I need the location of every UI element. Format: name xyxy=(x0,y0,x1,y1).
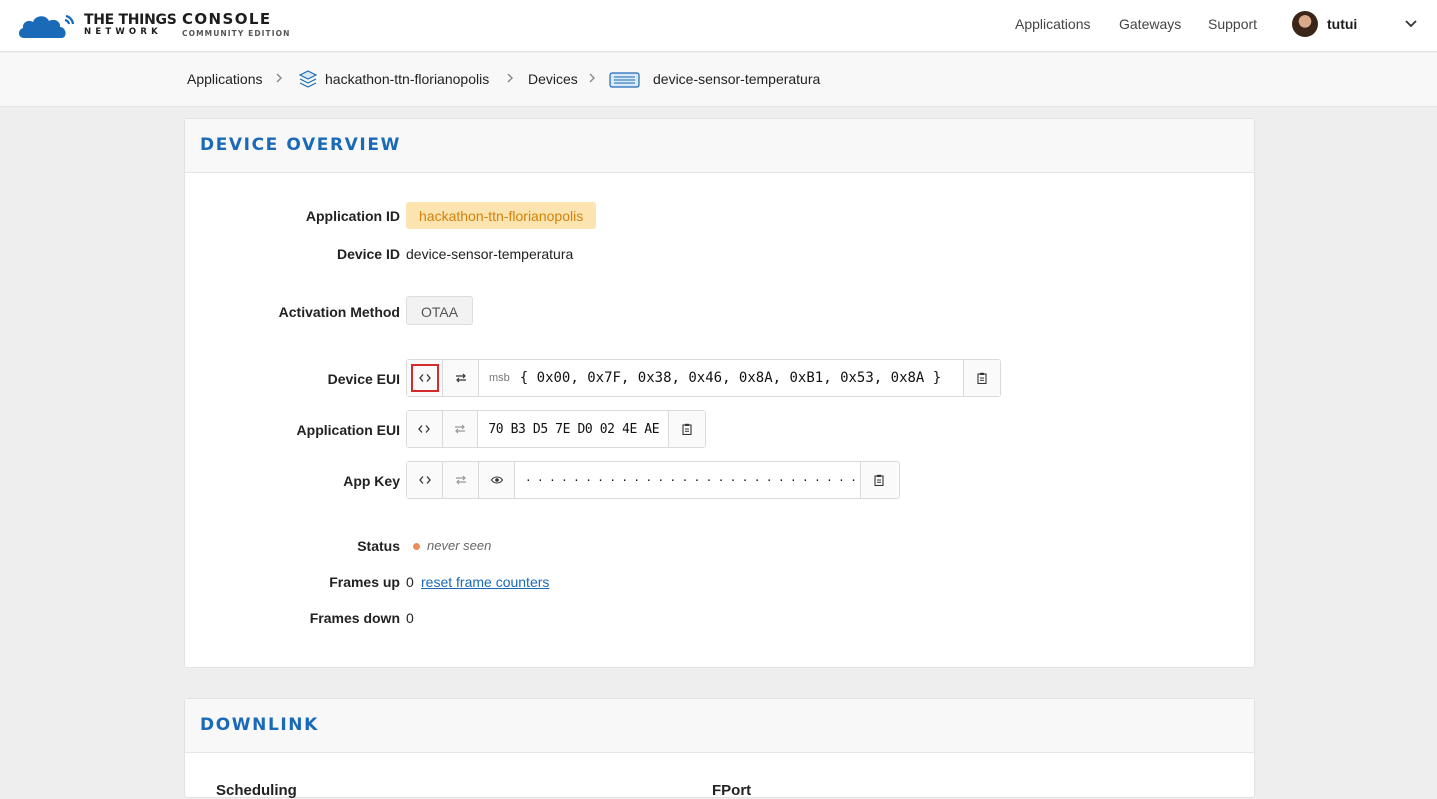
breadcrumb: Applications hackathon-ttn-florianopolis… xyxy=(0,53,1437,107)
device-eui-value[interactable]: msb { 0x00, 0x7F, 0x38, 0x46, 0x8A, 0xB1… xyxy=(479,360,963,396)
application-eui-label: Application EUI xyxy=(296,422,400,438)
swap-icon xyxy=(455,424,465,434)
application-eui-field: 70 B3 D5 7E D0 02 4E AE xyxy=(406,410,706,448)
chevron-right-icon xyxy=(589,73,595,83)
copy-device-eui-button[interactable] xyxy=(963,360,1000,396)
device-eui-label: Device EUI xyxy=(327,371,400,387)
activation-method-label: Activation Method xyxy=(278,304,400,320)
device-icon xyxy=(609,72,640,88)
application-id-label: Application ID xyxy=(305,208,400,224)
application-id-badge[interactable]: hackathon-ttn-florianopolis xyxy=(406,202,597,229)
username: tutui xyxy=(1327,16,1358,32)
brand-name-line1: THE THINGS xyxy=(84,12,177,29)
chevron-right-icon xyxy=(276,73,282,83)
swap-byte-order-button[interactable] xyxy=(443,462,479,498)
breadcrumb-applications[interactable]: Applications xyxy=(187,71,263,87)
clipboard-icon xyxy=(874,474,884,486)
swap-icon xyxy=(455,373,466,383)
device-id-label: Device ID xyxy=(336,246,400,262)
nav-applications[interactable]: Applications xyxy=(1015,16,1091,32)
chevron-down-icon[interactable] xyxy=(1404,17,1418,31)
breadcrumb-device-id: device-sensor-temperatura xyxy=(653,71,821,87)
device-eui-text: { 0x00, 0x7F, 0x38, 0x46, 0x8A, 0xB1, 0x… xyxy=(519,370,942,386)
byte-order-label: msb xyxy=(489,372,510,384)
fport-label: FPort xyxy=(712,782,752,799)
toggle-format-button[interactable] xyxy=(407,462,443,498)
nav-support[interactable]: Support xyxy=(1208,16,1257,32)
status-value: never seen xyxy=(427,538,492,553)
eye-icon xyxy=(490,476,503,484)
toggle-format-button[interactable] xyxy=(407,360,443,396)
status-label: Status xyxy=(357,538,400,554)
console-title: CONSOLE COMMUNITY EDITION xyxy=(182,12,291,38)
copy-app-key-button[interactable] xyxy=(860,462,897,498)
breadcrumb-devices[interactable]: Devices xyxy=(528,71,578,87)
app-key-value[interactable]: · · · · · · · · · · · · · · · · · · · · … xyxy=(515,462,860,498)
code-brackets-icon xyxy=(418,374,431,382)
application-eui-value[interactable]: 70 B3 D5 7E D0 02 4E AE xyxy=(478,411,668,447)
breadcrumb-app-id[interactable]: hackathon-ttn-florianopolis xyxy=(325,71,489,87)
frames-up-value: 0 xyxy=(406,574,414,590)
brand-name-line2: NETWORK xyxy=(84,27,162,38)
app-key-label: App Key xyxy=(343,473,400,489)
reset-frame-counters-link[interactable]: reset frame counters xyxy=(421,574,549,590)
nav-gateways[interactable]: Gateways xyxy=(1119,16,1181,32)
swap-byte-order-button[interactable] xyxy=(443,360,479,396)
frames-down-value: 0 xyxy=(406,610,414,626)
status-indicator xyxy=(413,543,420,550)
clipboard-icon xyxy=(977,372,987,384)
reveal-key-button[interactable] xyxy=(479,462,515,498)
downlink-title: DOWNLINK xyxy=(200,715,319,735)
swap-icon xyxy=(455,475,466,485)
app-key-field: · · · · · · · · · · · · · · · · · · · · … xyxy=(406,461,900,499)
toggle-format-button[interactable] xyxy=(407,411,443,447)
cloud-logo-icon xyxy=(18,14,75,38)
brand-name: THE THINGS NETWORK xyxy=(84,12,177,38)
device-overview-title: DEVICE OVERVIEW xyxy=(200,135,401,155)
code-brackets-icon xyxy=(418,476,431,484)
console-title-sub: COMMUNITY EDITION xyxy=(182,29,291,38)
downlink-header: DOWNLINK xyxy=(185,699,1254,753)
device-overview-card: DEVICE OVERVIEW Application ID hackathon… xyxy=(184,118,1255,668)
top-navigation-bar: THE THINGS NETWORK CONSOLE COMMUNITY EDI… xyxy=(0,0,1437,52)
chevron-right-icon xyxy=(507,73,513,83)
user-menu[interactable]: tutui xyxy=(1292,11,1357,37)
code-brackets-icon xyxy=(418,425,431,433)
downlink-card: DOWNLINK Scheduling FPort xyxy=(184,698,1255,799)
device-overview-header: DEVICE OVERVIEW xyxy=(185,119,1254,173)
console-title-main: CONSOLE xyxy=(182,10,272,28)
swap-byte-order-button[interactable] xyxy=(442,411,479,447)
clipboard-icon xyxy=(682,423,692,435)
frames-up-label: Frames up xyxy=(329,574,400,590)
avatar xyxy=(1292,11,1318,37)
device-eui-field: msb { 0x00, 0x7F, 0x38, 0x46, 0x8A, 0xB1… xyxy=(406,359,1001,397)
device-id-value: device-sensor-temperatura xyxy=(406,246,574,262)
frames-down-label: Frames down xyxy=(309,610,400,626)
scheduling-label: Scheduling xyxy=(216,782,297,799)
ttn-logo[interactable]: THE THINGS NETWORK xyxy=(16,10,177,40)
copy-application-eui-button[interactable] xyxy=(668,411,705,447)
activation-method-badge: OTAA xyxy=(406,296,474,325)
application-stack-icon xyxy=(299,70,317,88)
